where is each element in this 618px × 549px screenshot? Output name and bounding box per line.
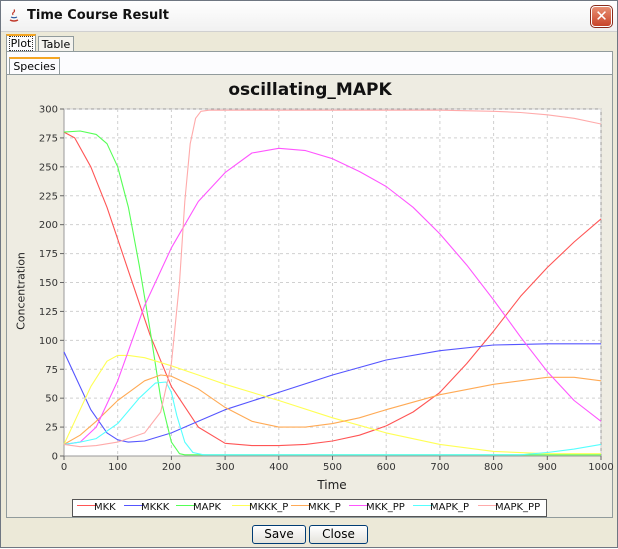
x-tick-label: 500 <box>323 462 342 473</box>
legend-label: MAPK <box>193 502 222 513</box>
y-tick-label: 250 <box>39 162 58 173</box>
y-axis-label: Concentration <box>14 252 28 330</box>
y-tick-label: 50 <box>45 394 58 405</box>
legend-label: MKK_P <box>308 502 341 513</box>
x-tick-label: 700 <box>430 462 449 473</box>
y-tick-label: 200 <box>39 220 58 231</box>
legend-label: MKKK_P <box>249 502 289 513</box>
y-tick-label: 0 <box>52 452 58 463</box>
close-button[interactable]: Close <box>309 525 368 544</box>
y-tick-label: 75 <box>45 365 58 376</box>
x-tick-label: 900 <box>538 462 557 473</box>
x-axis-label: Time <box>317 478 347 492</box>
y-tick-label: 100 <box>39 336 58 347</box>
x-tick-label: 0 <box>61 462 67 473</box>
y-tick-label: 175 <box>39 249 58 260</box>
x-tick-label: 600 <box>377 462 396 473</box>
y-tick-label: 150 <box>39 278 58 289</box>
save-button[interactable]: Save <box>252 525 306 544</box>
legend-label: MKK <box>94 502 116 513</box>
x-tick-label: 400 <box>269 462 288 473</box>
legend-label: MAPK_PP <box>495 502 541 513</box>
legend-label: MAPK_P <box>430 502 470 513</box>
x-tick-label: 100 <box>108 462 127 473</box>
time-course-chart: 0 100 200 300 400 500 600 700 800 900 1000 0 25 50 75 1… <box>39 105 614 474</box>
x-tick-label: 800 <box>484 462 503 473</box>
y-tick-label: 225 <box>39 191 58 202</box>
x-tick-label: 200 <box>162 462 181 473</box>
y-tick-label: 25 <box>45 423 58 434</box>
y-tick-label: 125 <box>39 307 58 318</box>
chart-legend: MKK MKKK MAPK MKKK_P MKK_P MKK_PP MAPK_P MAPK_P… <box>72 499 547 517</box>
legend-label: MKKK <box>141 502 170 513</box>
y-tick-label: 300 <box>39 105 58 116</box>
time-course-window: Time Course Result ✕ Plot Table Species … <box>0 0 618 548</box>
y-tick-label: 275 <box>39 133 58 144</box>
x-tick-label: 1000 <box>588 462 613 473</box>
x-tick-label: 300 <box>216 462 235 473</box>
legend-label: MKK_PP <box>366 502 405 513</box>
